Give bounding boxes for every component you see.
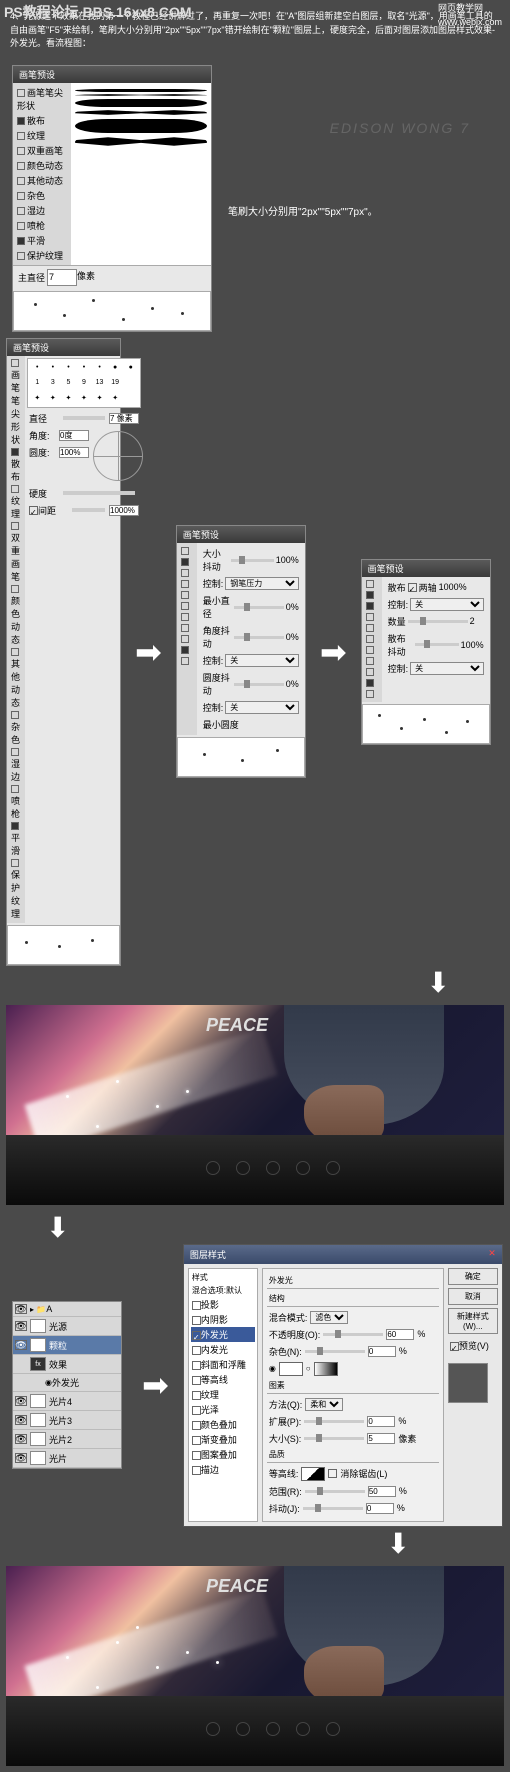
arrow-down-icon: ⬇ <box>0 966 510 999</box>
result-image-2: PEACE <box>6 1566 504 1766</box>
brush-tip-panel: 画笔预设 画笔笔尖形状 散布 纹理 双重画笔 颜色动态 其他动态 杂色 湿边 喷… <box>6 338 121 966</box>
dialog-title: 图层样式 <box>190 1248 226 1261</box>
preview <box>7 925 120 965</box>
layer-item-selected[interactable]: 👁颗粒 <box>13 1336 121 1355</box>
layer-style-dialog: 图层样式 ✕ 样式 混合选项:默认 投影 内阴影 外发光 内发光 斜面和浮雕 等高… <box>183 1244 503 1527</box>
arrow-down-icon: ⬇ <box>0 1527 510 1560</box>
brush-preset-panel: 画笔预设 画笔笔尖形状 散布 纹理 双重画笔 颜色动态 其他动态 杂色 湿边 喷… <box>12 65 212 332</box>
brush-stroke-preview <box>71 83 211 265</box>
tip-diameter[interactable] <box>109 413 139 424</box>
layer-item[interactable]: 👁光源 <box>13 1317 121 1336</box>
cancel-button[interactable]: 取消 <box>448 1288 498 1305</box>
layer-item[interactable]: 👁光片 <box>13 1449 121 1468</box>
layer-group[interactable]: 👁▸ 📁 A <box>13 1302 121 1317</box>
layer-item[interactable]: 👁光片2 <box>13 1430 121 1449</box>
brush-tip-grid[interactable]: •••••●● 13591319 ✦✦✦✦✦✦ <box>27 358 141 408</box>
result-image-1: PEACE <box>6 1005 504 1205</box>
scatter-panel: 画笔预设 散布两轴1000% 控制:关 数量2 散布抖动100% 控制:关 <box>361 559 491 745</box>
diameter-unit: 像素 <box>77 269 95 286</box>
style-options: 外发光 结构 混合模式:滤色 不透明度(O):% 杂色(N):% ◉ ○ 图素 … <box>262 1268 444 1522</box>
method-select[interactable]: 柔和 <box>305 1398 343 1411</box>
opacity-input[interactable] <box>386 1329 414 1340</box>
close-icon[interactable]: ✕ <box>488 1248 496 1261</box>
style-list[interactable]: 样式 混合选项:默认 投影 内阴影 外发光 内发光 斜面和浮雕 等高线 纹理 光… <box>188 1268 258 1522</box>
brush-note: 笔刷大小分别用"2px""5px""7px"。 <box>224 199 382 222</box>
ok-button[interactable]: 确定 <box>448 1268 498 1285</box>
angle-crosshair[interactable] <box>93 431 143 481</box>
size-input[interactable] <box>367 1433 395 1444</box>
contour-picker[interactable] <box>301 1467 325 1481</box>
diameter-label: 主直径 <box>16 269 47 286</box>
diameter-input[interactable] <box>47 269 77 286</box>
layer-item[interactable]: 👁光片4 <box>13 1392 121 1411</box>
arrow-right-icon: ➡ <box>134 1358 177 1412</box>
panel-title: 画笔预设 <box>13 66 211 83</box>
tip-options[interactable]: 画笔笔尖形状 散布 纹理 双重画笔 颜色动态 其他动态 杂色 湿边 喷枪 平滑 … <box>7 356 25 923</box>
arrow-down-icon: ⬇ <box>6 1211 69 1244</box>
range-input[interactable] <box>368 1486 396 1497</box>
blend-mode-select[interactable]: 滤色 <box>310 1311 348 1324</box>
noise-input[interactable] <box>368 1346 396 1357</box>
brush-options-list[interactable]: 画笔笔尖形状 散布 纹理 双重画笔 颜色动态 其他动态 杂色 湿边 喷枪 平滑 … <box>13 83 71 265</box>
layer-effects[interactable]: fx效果 <box>13 1355 121 1374</box>
spread-input[interactable] <box>367 1416 395 1427</box>
shape-dynamics-panel: 画笔预设 大小抖动100% 控制:钢笔压力 最小直径0% 角度抖动0% 控制:关… <box>176 525 306 778</box>
site-overlay: PS教程论坛 BBS.16xx8.COM <box>4 2 192 23</box>
layer-item[interactable]: 👁光片3 <box>13 1411 121 1430</box>
jitter-input[interactable] <box>366 1503 394 1514</box>
new-style-button[interactable]: 新建样式(W)... <box>448 1308 498 1334</box>
brush-scatter-preview <box>13 291 211 331</box>
preview-swatch <box>448 1363 488 1403</box>
color-swatch[interactable] <box>279 1362 303 1376</box>
arrow-right-icon: ➡ <box>127 625 170 679</box>
layers-panel: 👁▸ 📁 A 👁光源 👁颗粒 fx效果 ◉ 外发光 👁光片4 👁光片3 👁光片2… <box>12 1301 122 1469</box>
watermark-top: 网页教学网www.webjx.com <box>438 2 502 29</box>
arrow-right-icon: ➡ <box>312 625 355 679</box>
watermark: EDISON WONG 7 <box>330 120 470 136</box>
gradient-swatch[interactable] <box>314 1362 338 1376</box>
layer-outer-glow[interactable]: ◉ 外发光 <box>13 1374 121 1392</box>
